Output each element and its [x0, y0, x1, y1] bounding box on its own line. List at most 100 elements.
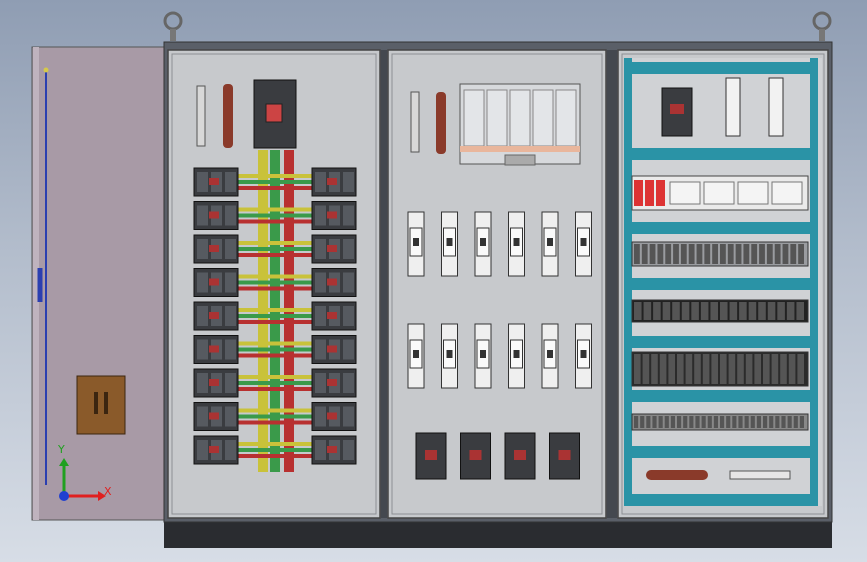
terminal-block-row-cell — [744, 416, 749, 428]
terminal-block-row-cell — [643, 302, 652, 320]
terminal-block-row-cell — [652, 416, 657, 428]
busbar-tap — [236, 414, 312, 419]
breaker-handle — [209, 211, 219, 219]
breaker-pole — [197, 406, 208, 427]
breaker-pole — [343, 306, 354, 326]
breaker-handle — [209, 345, 219, 353]
breaker-handle — [327, 278, 337, 286]
relay-row-cell — [735, 244, 742, 264]
busbar-tap — [236, 454, 312, 458]
terminal-strip — [410, 91, 420, 153]
relay-row-cell — [649, 244, 656, 264]
cabinet-3d-viewport[interactable] — [0, 0, 867, 562]
breaker-pole — [225, 239, 236, 259]
terminal-block-row-cell — [640, 416, 645, 428]
terminal-block-row-cell — [720, 416, 725, 428]
plc-io-module — [703, 181, 735, 205]
breaker-pole — [225, 440, 236, 460]
terminal-block-row-cell — [745, 354, 753, 384]
busbar-tap — [236, 341, 312, 346]
wire-duct-horizontal — [624, 278, 818, 290]
fuse-indicator — [446, 238, 453, 246]
relay-row-cell — [751, 244, 758, 264]
breaker-pole — [343, 172, 354, 192]
terminal-block-row-cell — [700, 302, 709, 320]
breaker-pole — [315, 406, 326, 427]
relay-row-cell — [665, 244, 672, 264]
breaker-pole — [343, 205, 354, 226]
terminal-block-row-cell — [677, 354, 684, 384]
fuse-indicator — [513, 238, 520, 246]
busbar-tap — [236, 442, 312, 446]
busbar-tap — [236, 387, 312, 391]
terminal-block-row-cell — [739, 302, 747, 320]
plc-io-module — [771, 181, 803, 205]
terminal-block-row-cell — [763, 416, 768, 428]
terminal-block-row-cell — [781, 416, 786, 428]
busbar-tap — [236, 320, 312, 324]
breaker-pole — [343, 339, 354, 360]
metering-module — [486, 89, 508, 147]
metering-module — [532, 89, 554, 147]
busbar-tap — [236, 207, 312, 212]
busbar-tap — [236, 186, 312, 190]
terminal-block-row-cell — [767, 302, 776, 320]
terminal-block-row-cell — [689, 416, 694, 428]
busbar-tap — [236, 308, 312, 312]
terminal-block-row-cell — [694, 354, 701, 384]
breaker-pole — [197, 339, 208, 360]
terminal-block-row-cell — [713, 416, 718, 428]
fuse-indicator — [413, 350, 419, 358]
busbar-tap — [236, 408, 312, 413]
terminal-block-row-cell — [796, 302, 804, 320]
terminal-block-row-cell — [799, 416, 804, 428]
control-breaker-handle — [670, 104, 684, 114]
terminal-block-row-cell — [748, 302, 757, 320]
terminal-block-row-cell — [738, 416, 743, 428]
breaker-pole — [197, 440, 208, 460]
lifting-eye-icon — [812, 11, 832, 41]
busbar-tap — [236, 247, 312, 251]
terminal-block-row-cell — [720, 302, 728, 320]
terminal-block-row-cell — [771, 354, 779, 384]
section-divider — [381, 50, 387, 518]
bottom-breaker-handle — [558, 450, 571, 460]
relay-row-cell — [743, 244, 750, 264]
breaker-pole — [197, 272, 208, 293]
wire-duct-horizontal — [624, 336, 818, 348]
breaker-handle — [327, 412, 337, 420]
breaker-pole — [343, 272, 354, 293]
cabinet-door[interactable] — [31, 46, 167, 521]
terminal-block-row-cell — [793, 416, 798, 428]
copper-earth-bar — [646, 470, 708, 480]
relay-row-cell — [673, 244, 679, 264]
terminal-block-row-cell — [668, 354, 675, 384]
terminal-block-row-cell — [683, 416, 688, 428]
breaker-pole — [315, 272, 326, 293]
busbar-tap — [236, 420, 312, 425]
wire-duct-horizontal — [624, 446, 818, 458]
main-breaker-handle — [265, 103, 283, 123]
breaker-pole — [197, 306, 208, 326]
copper-earth-bar — [436, 92, 446, 154]
relay-row-cell — [759, 244, 765, 264]
breaker-pole — [225, 406, 236, 427]
breaker-handle — [209, 379, 219, 386]
relay-row-cell — [704, 244, 711, 264]
breaker-pole — [225, 272, 236, 293]
breaker-handle — [327, 345, 337, 353]
terminal-block-row-cell — [646, 416, 651, 428]
breaker-pole — [225, 373, 236, 393]
busbar-tap — [236, 314, 312, 318]
terminal-block-row-cell — [672, 302, 680, 320]
breaker-handle — [209, 178, 219, 185]
breaker-pole — [315, 373, 326, 393]
terminal-block-row-cell — [653, 302, 661, 320]
terminal-block-row-cell — [707, 416, 712, 428]
terminal-block-row-cell — [754, 354, 761, 384]
terminal-block-row-cell — [685, 354, 693, 384]
axis-y-label: Y — [58, 443, 65, 456]
busbar-tap — [236, 448, 312, 452]
section-divider — [607, 50, 617, 518]
bottom-breaker-handle — [425, 450, 437, 460]
